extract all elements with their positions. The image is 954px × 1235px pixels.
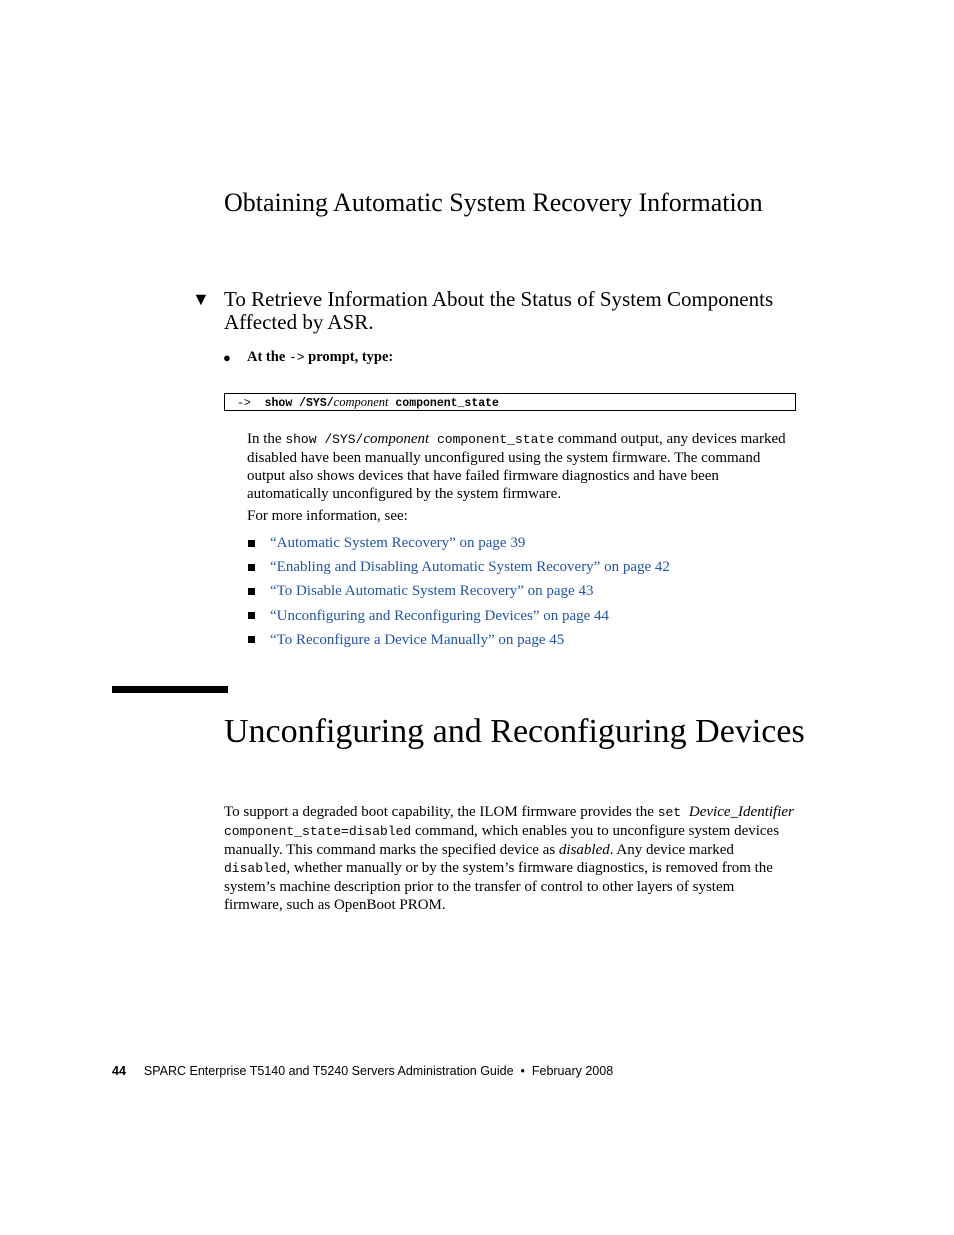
- para3-argument: Device_Identifier: [688, 804, 794, 820]
- output-description-paragraph: In the show /SYS/component component_sta…: [247, 430, 795, 503]
- square-bullet-icon: [248, 539, 255, 547]
- para1-command: show /SYS/: [285, 432, 364, 447]
- link-disable-asr[interactable]: “To Disable Automatic System Recovery” o…: [270, 581, 593, 601]
- code-example-box: -> show /SYS/component component_state: [224, 393, 796, 411]
- document-date: February 2008: [531, 1064, 614, 1078]
- document-title: SPARC Enterprise T5140 and T5240 Servers…: [143, 1064, 514, 1078]
- related-links-list: “Automatic System Recovery” on page 39 “…: [247, 531, 670, 652]
- footer-separator: •: [520, 1064, 525, 1078]
- code-prompt: ->: [237, 397, 251, 410]
- square-bullet-icon: [248, 587, 255, 595]
- section-heading: Obtaining Automatic System Recovery Info…: [224, 188, 763, 217]
- para1-argument: component: [363, 431, 430, 447]
- chapter-section-heading: Unconfiguring and Reconfiguring Devices: [224, 713, 805, 750]
- step-bullet-icon: ●: [223, 350, 231, 365]
- para3-command: set: [657, 805, 689, 820]
- para1-lead: In the: [247, 431, 286, 447]
- para3-mid2: . Any device marked: [609, 842, 734, 858]
- list-item: “Unconfiguring and Reconfiguring Devices…: [247, 604, 670, 628]
- code-property: component_state: [395, 397, 499, 410]
- step-text-before: At the: [247, 349, 289, 365]
- step-prompt: ->: [288, 350, 305, 365]
- list-item: “Automatic System Recovery” on page 39: [247, 531, 670, 555]
- link-enabling-disabling-asr[interactable]: “Enabling and Disabling Automatic System…: [270, 557, 670, 577]
- para3-code: disabled: [224, 861, 287, 876]
- square-bullet-icon: [248, 636, 255, 644]
- para3-property: component_state=disabled: [224, 824, 412, 839]
- para3-emphasis: disabled: [558, 842, 610, 858]
- code-argument: component: [333, 395, 389, 409]
- square-bullet-icon: [248, 612, 255, 620]
- page-footer: 44 SPARC Enterprise T5140 and T5240 Serve…: [112, 1064, 613, 1078]
- step-instruction: At the -> prompt, type:: [247, 349, 393, 366]
- list-item: “To Disable Automatic System Recovery” o…: [247, 579, 670, 603]
- unconfigure-description-paragraph: To support a degraded boot capability, t…: [224, 803, 796, 914]
- link-automatic-system-recovery[interactable]: “Automatic System Recovery” on page 39: [270, 533, 525, 553]
- code-command: show /SYS/: [264, 397, 334, 410]
- step-text-after: prompt, type:: [304, 349, 394, 365]
- list-item: “To Reconfigure a Device Manually” on pa…: [247, 628, 670, 652]
- para1-property: component_state: [429, 432, 554, 447]
- square-bullet-icon: [248, 563, 255, 571]
- list-item: “Enabling and Disabling Automatic System…: [247, 555, 670, 579]
- procedure-triangle-icon: ▼: [192, 289, 210, 309]
- procedure-heading: To Retrieve Information About the Status…: [224, 287, 774, 334]
- more-info-label: For more information, see:: [247, 508, 408, 524]
- section-divider-bar: [112, 686, 228, 693]
- para3-rest: , whether manually or by the system’s fi…: [224, 860, 773, 913]
- para3-lead: To support a degraded boot capability, t…: [224, 804, 658, 820]
- link-unconfiguring-reconfiguring[interactable]: “Unconfiguring and Reconfiguring Devices…: [270, 606, 609, 626]
- link-reconfigure-device[interactable]: “To Reconfigure a Device Manually” on pa…: [270, 630, 564, 650]
- page-number: 44: [112, 1064, 126, 1078]
